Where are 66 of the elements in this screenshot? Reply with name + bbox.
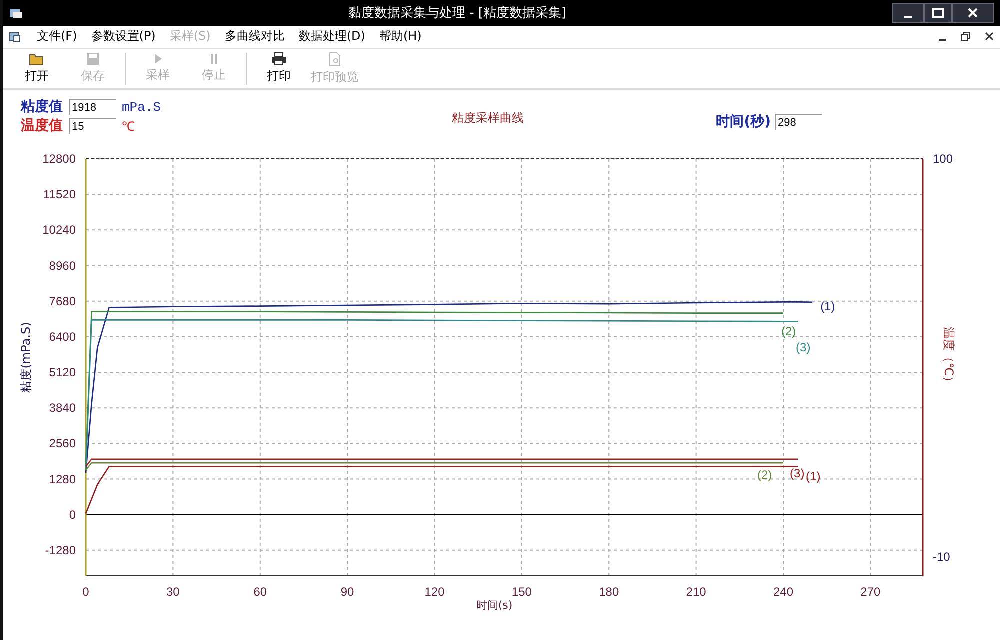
- menu-item[interactable]: 参数设置(P): [91, 28, 156, 46]
- window-title: 黏度数据采集与处理 - [粘度数据采集]: [347, 4, 568, 22]
- x-tick-label: 60: [254, 585, 268, 599]
- time-label: 时间(秒): [716, 113, 771, 132]
- y-tick-label: 8960: [49, 258, 76, 273]
- series-label: (1): [820, 299, 836, 314]
- y-axis-title: 粘度(mPa.S): [19, 322, 33, 393]
- y-tick-label: 5120: [49, 366, 76, 380]
- floppy-icon: [86, 52, 100, 66]
- series-label: (2): [758, 468, 772, 482]
- menu-item[interactable]: 帮助(H): [379, 28, 422, 46]
- y-tick-label: 3840: [49, 401, 76, 416]
- page-search-icon: [328, 52, 342, 66]
- y-tick-label: 11520: [44, 188, 76, 202]
- menu-item[interactable]: 多曲线对比: [224, 28, 285, 46]
- x-tick-label: 180: [599, 585, 620, 599]
- y-tick-label: -10: [933, 550, 950, 564]
- x-tick-label: 30: [166, 585, 180, 599]
- toolbar-button[interactable]: 打开: [9, 50, 65, 88]
- printer-icon: [271, 52, 287, 66]
- y-tick-label: 100: [933, 152, 954, 166]
- x-tick-label: 270: [860, 585, 881, 599]
- pause-icon: [209, 53, 219, 65]
- document-icon: [9, 30, 23, 43]
- y-tick-label: 7680: [49, 294, 76, 308]
- y-tick-label: 10240: [42, 223, 76, 238]
- menu-item[interactable]: 文件(F): [37, 28, 78, 46]
- series-label: (2): [782, 324, 796, 338]
- x-tick-label: 240: [773, 585, 794, 599]
- y-tick-label: 0: [69, 508, 76, 522]
- temperature-field[interactable]: 15: [69, 118, 116, 134]
- minimize-button[interactable]: [892, 2, 924, 23]
- series-label: (1): [806, 470, 821, 484]
- minimize-icon: [904, 16, 912, 18]
- y-tick-label: -1280: [45, 543, 76, 558]
- unit-label: ℃: [122, 119, 135, 136]
- menu-item[interactable]: 数据处理(D): [298, 28, 366, 46]
- close-button[interactable]: [952, 2, 994, 23]
- y-tick-label: 12800: [42, 152, 76, 166]
- y-tick-label: 1280: [49, 472, 76, 486]
- x-tick-label: 0: [82, 585, 90, 599]
- temperature-label: 温度值: [21, 117, 63, 136]
- close-icon: [967, 8, 979, 18]
- y-tick-label: 2560: [49, 436, 76, 451]
- x-tick-label: 210: [686, 585, 706, 599]
- viscosity-label: 粘度值: [21, 98, 63, 116]
- toolbar-button[interactable]: 打印: [251, 50, 307, 88]
- x-tick-label: 120: [424, 585, 445, 599]
- x-tick-label: 90: [340, 585, 354, 599]
- series-label: (3): [796, 340, 811, 355]
- app-icon: [9, 6, 23, 19]
- play-icon: [153, 53, 163, 65]
- x-tick-label: 150: [512, 585, 532, 599]
- unit-label: mPa.S: [122, 100, 162, 115]
- chart-title: 粘度采样曲线: [452, 110, 524, 127]
- y-tick-label: 6400: [49, 330, 76, 344]
- series-label: (3): [790, 466, 805, 480]
- restore-icon[interactable]: [961, 32, 971, 42]
- folder-icon: [29, 52, 45, 66]
- close-icon[interactable]: [985, 32, 994, 42]
- time-field[interactable]: 298: [775, 114, 822, 130]
- y-axis-title: 温度（℃）: [942, 326, 956, 388]
- maximize-icon: [932, 8, 944, 18]
- x-axis-title: 时间(s): [476, 599, 513, 612]
- maximize-button[interactable]: [924, 2, 952, 23]
- viscosity-field[interactable]: 1918: [69, 99, 116, 116]
